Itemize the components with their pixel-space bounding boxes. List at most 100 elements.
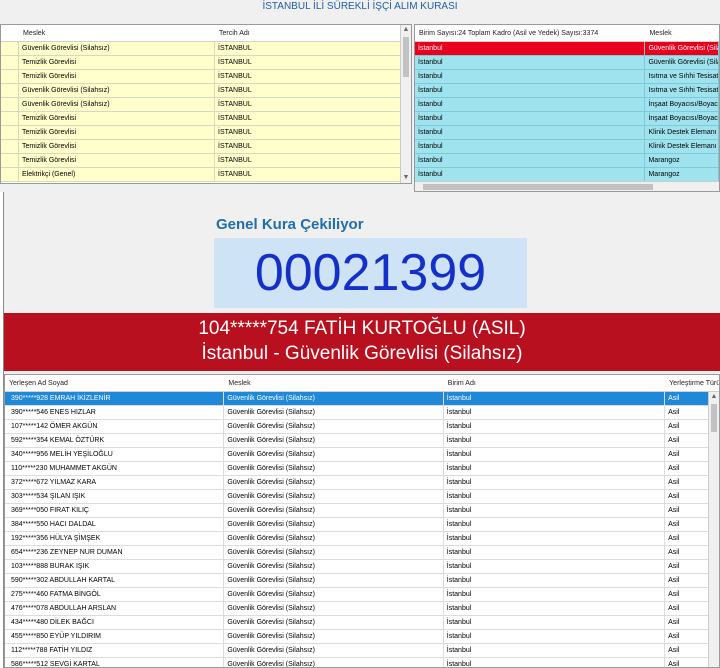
table-row[interactable]: Güvenlik Görevlisi (Silahsız) İSTANBUL — [1, 98, 411, 112]
table-row[interactable]: 384*****550 HACI DALDAL Güvenlik Görevlis… — [5, 518, 719, 532]
cell-meslek: İnşaat Boyacısı/Boyacı — [645, 112, 719, 126]
scroll-down-icon[interactable]: ▼ — [401, 173, 411, 183]
cell-tercih: İSTANBUL — [215, 84, 403, 98]
column-header-ad-soyad[interactable]: Yerleşen Ad Soyad — [5, 375, 224, 391]
cell-meslek: Marangoz — [645, 168, 719, 182]
cell-tercih: İSTANBUL — [215, 70, 403, 84]
table-row[interactable]: Temizlik Görevlisi İSTANBUL — [1, 154, 411, 168]
cell-tercih: İSTANBUL — [215, 42, 403, 56]
table-row[interactable]: İstanbul İnşaat Boyacısı/Boyacı — [415, 98, 719, 112]
results-grid-header: Yerleşen Ad Soyad Meslek Birim Adı Yerle… — [5, 375, 719, 392]
cell-birim: İstanbul — [443, 504, 666, 518]
table-row[interactable]: Temizlik Görevlisi İSTANBUL — [1, 126, 411, 140]
cell-meslek: Güvenlik Görevlisi (Silahsız) — [224, 504, 444, 518]
scroll-up-icon[interactable]: ▲ — [401, 25, 411, 35]
table-row[interactable]: Temizlik Görevlisi İSTANBUL — [1, 112, 411, 126]
table-row[interactable]: Temizlik Görevlisi İSTANBUL — [1, 56, 411, 70]
column-header-meslek[interactable]: Meslek — [19, 25, 215, 41]
vertical-scrollbar[interactable]: ▲ ▼ — [400, 25, 411, 183]
column-header-meslek[interactable]: Meslek — [645, 25, 719, 41]
column-header-meslek[interactable]: Meslek — [224, 375, 443, 391]
row-selector — [1, 42, 19, 56]
cell-meslek: Marangoz — [645, 154, 719, 168]
scroll-thumb[interactable] — [423, 184, 653, 190]
table-row[interactable]: 592*****354 KEMAL ÖZTÜRK Güvenlik Görevli… — [5, 434, 719, 448]
cell-ad-soyad: 192*****356 HÜLYA ŞİMŞEK — [5, 532, 225, 546]
cell-meslek: Güvenlik Görevlisi (Silahsız) — [224, 462, 444, 476]
table-row[interactable]: 192*****356 HÜLYA ŞİMŞEK Güvenlik Görevli… — [5, 532, 719, 546]
column-header-birim[interactable]: Birim Sayısı:24 Toplam Kadro (Asil ve Ye… — [415, 25, 645, 41]
table-row[interactable]: 103*****888 BURAK IŞIK Güvenlik Görevlisi… — [5, 560, 719, 574]
table-row[interactable]: 390*****546 ENES HIZLAR Güvenlik Görevlis… — [5, 406, 719, 420]
cell-birim: İstanbul — [443, 616, 666, 630]
cell-meslek: Temizlik Görevlisi — [19, 140, 215, 154]
cell-meslek: Klinik Destek Elemanı (H — [645, 140, 719, 154]
cell-birim: İstanbul — [443, 574, 666, 588]
table-row[interactable]: İstanbul Güvenlik Görevlisi (Silah — [415, 56, 719, 70]
cell-ad-soyad: 110*****230 MUHAMMET AKGÜN — [5, 462, 225, 476]
cell-ad-soyad: 586*****512 SEVGİ KARTAL — [5, 658, 225, 667]
cell-birim: İstanbul — [415, 140, 646, 154]
horizontal-scrollbar[interactable] — [415, 181, 719, 191]
preference-grid[interactable]: Meslek Tercih Adı Güvenlik Görevlisi (Si… — [0, 24, 412, 184]
cell-ad-soyad: 372*****672 YILMAZ KARA — [5, 476, 225, 490]
row-selector — [1, 112, 19, 126]
cell-meslek: Güvenlik Görevlisi (Silahsız) — [224, 434, 444, 448]
table-row[interactable]: 586*****512 SEVGİ KARTAL Güvenlik Görevli… — [5, 658, 719, 667]
table-row[interactable]: İstanbul Isıtma ve Sıhhi Tesisatçı — [415, 70, 719, 84]
window-title: İSTANBUL İLİ SÜREKLİ İŞÇİ ALIM KURASI — [0, 0, 720, 16]
cell-ad-soyad: 103*****888 BURAK IŞIK — [5, 560, 225, 574]
table-row-selected[interactable]: İstanbul Güvenlik Görevlisi (Silah — [415, 42, 719, 56]
table-row[interactable]: İstanbul Marangoz — [415, 154, 719, 168]
row-selector — [1, 154, 19, 168]
column-header-tur[interactable]: Yerleştirme Türü — [665, 375, 719, 391]
cell-birim: İstanbul — [415, 56, 646, 70]
table-row[interactable]: 654*****236 ZEYNEP NUR DUMAN Güvenlik Gör… — [5, 546, 719, 560]
table-row[interactable]: Güvenlik Görevlisi (Silahsız) İSTANBUL — [1, 42, 411, 56]
table-row[interactable]: 476*****078 ABDULLAH ARSLAN Güvenlik Göre… — [5, 602, 719, 616]
cell-ad-soyad: 340*****956 MELİH YEŞİLOĞLU — [5, 448, 225, 462]
cell-ad-soyad: 390*****546 ENES HIZLAR — [5, 406, 225, 420]
cell-meslek: Güvenlik Görevlisi (Silahsız) — [224, 644, 444, 658]
cell-meslek: Güvenlik Görevlisi (Silahsız) — [19, 98, 215, 112]
scroll-thumb[interactable] — [711, 404, 717, 432]
winner-banner: 104*****754 FATİH KURTOĞLU (ASIL) İstanb… — [4, 313, 720, 371]
cell-ad-soyad: 434*****480 DİLEK BAĞCI — [5, 616, 225, 630]
table-row[interactable]: 372*****672 YILMAZ KARA Güvenlik Görevlis… — [5, 476, 719, 490]
column-header-tercih[interactable]: Tercih Adı — [215, 25, 403, 41]
cell-ad-soyad: 592*****354 KEMAL ÖZTÜRK — [5, 434, 225, 448]
results-grid[interactable]: Yerleşen Ad Soyad Meslek Birim Adı Yerle… — [4, 374, 720, 668]
scroll-up-icon[interactable]: ▲ — [709, 392, 719, 402]
vertical-scrollbar[interactable]: ▲ — [708, 392, 719, 667]
table-row-selected[interactable]: 390*****928 EMRAH İKİZLENİR Güvenlik Göre… — [5, 392, 719, 406]
cell-birim: İstanbul — [443, 420, 666, 434]
scroll-thumb[interactable] — [403, 37, 409, 77]
cell-meslek: Güvenlik Görevlisi (Silahsız) — [224, 588, 444, 602]
unit-grid[interactable]: Birim Sayısı:24 Toplam Kadro (Asil ve Ye… — [414, 24, 720, 192]
table-row[interactable]: 434*****480 DİLEK BAĞCI Güvenlik Görevlis… — [5, 616, 719, 630]
table-row[interactable]: İstanbul İnşaat Boyacısı/Boyacı — [415, 112, 719, 126]
table-row[interactable]: 369*****050 FIRAT KILIÇ Güvenlik Görevlis… — [5, 504, 719, 518]
table-row[interactable]: 275*****460 FATMA BİNGÖL Güvenlik Görevli… — [5, 588, 719, 602]
table-row[interactable]: Temizlik Görevlisi İSTANBUL — [1, 140, 411, 154]
cell-ad-soyad: 369*****050 FIRAT KILIÇ — [5, 504, 225, 518]
table-row[interactable]: Elektrikçi (Genel) İSTANBUL — [1, 168, 411, 182]
table-row[interactable]: 455*****850 EYÜP YILDIRIM Güvenlik Görevl… — [5, 630, 719, 644]
table-row[interactable]: 340*****956 MELİH YEŞİLOĞLU Güvenlik Göre… — [5, 448, 719, 462]
table-row[interactable]: Güvenlik Görevlisi (Silahsız) İSTANBUL — [1, 84, 411, 98]
cell-ad-soyad: 112*****788 FATİH YILDIZ — [5, 644, 225, 658]
table-row[interactable]: Temizlik Görevlisi İSTANBUL — [1, 70, 411, 84]
table-row[interactable]: 303*****534 ŞILAN IŞIK Güvenlik Görevlisi… — [5, 490, 719, 504]
table-row[interactable]: 112*****788 FATİH YILDIZ Güvenlik Görevli… — [5, 644, 719, 658]
cell-meslek: Güvenlik Görevlisi (Silahsız) — [224, 406, 444, 420]
table-row[interactable]: İstanbul Klinik Destek Elemanı (H — [415, 126, 719, 140]
column-header-birim[interactable]: Birim Adı — [444, 375, 665, 391]
table-row[interactable]: 107*****142 ÖMER AKGÜN Güvenlik Görevlisi… — [5, 420, 719, 434]
table-row[interactable]: İstanbul Isıtma ve Sıhhi Tesisatçı — [415, 84, 719, 98]
table-row[interactable]: İstanbul Klinik Destek Elemanı (H — [415, 140, 719, 154]
cell-meslek: İnşaat Boyacısı/Boyacı — [645, 98, 719, 112]
table-row[interactable]: 590*****302 ABDULLAH KARTAL Güvenlik Göre… — [5, 574, 719, 588]
cell-birim: İstanbul — [443, 476, 666, 490]
table-row[interactable]: İstanbul Marangoz — [415, 168, 719, 182]
table-row[interactable]: 110*****230 MUHAMMET AKGÜN Güvenlik Görev… — [5, 462, 719, 476]
